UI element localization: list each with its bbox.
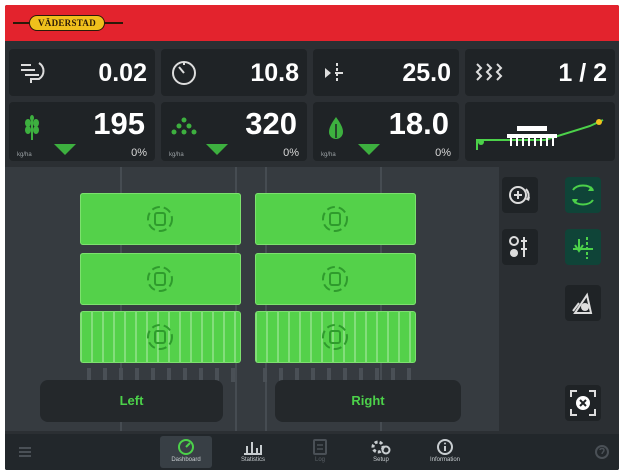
coulter: [231, 368, 235, 382]
right-section-button[interactable]: Right: [275, 380, 461, 422]
third-product-rate-unit: kg/ha: [321, 152, 336, 158]
header-bar: VÄDERSTAD: [5, 5, 619, 41]
stat-fertilizer-rate[interactable]: kg/ha 320 0%: [161, 102, 307, 161]
terminal-screen: VÄDERSTAD 0.02 10.8 25.0 1 / 2 kg/ha 195…: [5, 5, 619, 470]
statistics-icon: [244, 442, 262, 455]
seed-drop-icon: [329, 117, 343, 139]
tab-statistics-label: Statistics: [240, 457, 265, 463]
third-product-rate-percent: 0%: [435, 147, 451, 159]
fertilizer-rate-percent: 0%: [283, 147, 299, 159]
log-icon: [313, 439, 327, 455]
tramline-value: 25.0: [402, 59, 451, 87]
section-left-2[interactable]: [80, 253, 241, 305]
section-motor-icon: [322, 266, 348, 292]
coulter: [263, 368, 267, 382]
tab-setup[interactable]: Setup: [355, 436, 407, 468]
fertilizer-rate-decrease-arrow[interactable]: [206, 144, 228, 155]
section-motor-icon: [322, 324, 348, 350]
stat-tramline-rhythm[interactable]: 1 / 2: [465, 49, 615, 96]
tab-dashboard[interactable]: Dashboard: [160, 436, 212, 468]
speedometer-icon: [172, 61, 196, 85]
section-motor-icon: [147, 206, 173, 232]
sync-arrows-icon: [572, 184, 594, 206]
gps-refresh-icon: [509, 186, 530, 204]
menu-icon[interactable]: [17, 444, 33, 460]
close-circle-icon: [570, 390, 596, 416]
section-control-toggle-button[interactable]: [565, 177, 601, 213]
dashboard-icon: [178, 439, 194, 455]
third-product-rate-decrease-arrow[interactable]: [358, 144, 380, 155]
dosing-settings-icon: [509, 236, 527, 257]
auto-section-control-button[interactable]: [502, 177, 538, 213]
marker-arm-icon: [572, 292, 593, 314]
brand-logo-text: VÄDERSTAD: [29, 15, 105, 31]
section-left-1[interactable]: [80, 193, 241, 245]
tab-setup-label: Setup: [373, 457, 389, 463]
section-motor-icon: [147, 324, 173, 350]
seed-rate-unit: kg/ha: [17, 152, 32, 158]
granules-icon: [171, 117, 197, 135]
tab-log-label: Log: [314, 457, 325, 463]
help-icon[interactable]: [593, 444, 611, 460]
tramline-rhythm-icon: [475, 63, 503, 81]
fertilizer-rate-value: 320: [245, 106, 297, 141]
stat-seed-rate[interactable]: kg/ha 195 0%: [9, 102, 155, 161]
left-section-button[interactable]: Left: [40, 380, 223, 422]
wheat-icon: [25, 115, 39, 140]
stat-tramline[interactable]: 25.0: [313, 49, 459, 96]
sowing-speed-icon: [21, 62, 45, 83]
tab-statistics[interactable]: Statistics: [227, 436, 279, 468]
seed-rate-decrease-arrow[interactable]: [54, 144, 76, 155]
section-motor-icon: [147, 266, 173, 292]
tramline-control-button[interactable]: [565, 229, 601, 265]
stat-sowing-speed[interactable]: 0.02: [9, 49, 155, 96]
tramline-shutoff-icon: [573, 237, 593, 259]
marker-control-button[interactable]: [565, 285, 601, 321]
tab-information[interactable]: Information: [419, 436, 471, 468]
section-right-3[interactable]: [255, 311, 416, 363]
stat-third-product-rate[interactable]: kg/ha 18.0 0%: [313, 102, 459, 161]
bottom-nav: Dashboard Statistics Log Setup Informati…: [5, 434, 619, 470]
tab-log[interactable]: Log: [294, 436, 346, 468]
stat-speed[interactable]: 10.8: [161, 49, 307, 96]
fertilizer-rate-unit: kg/ha: [169, 152, 184, 158]
section-motor-icon: [322, 206, 348, 232]
tramline-icon: [325, 63, 343, 83]
third-product-rate-value: 18.0: [388, 106, 449, 141]
information-icon: [437, 439, 453, 455]
tab-information-label: Information: [429, 457, 460, 463]
setup-icon: [371, 440, 391, 455]
drill-raised-icon: [476, 119, 604, 150]
brand-logo: VÄDERSTAD: [13, 14, 123, 32]
section-right-2[interactable]: [255, 253, 416, 305]
seed-rate-value: 195: [93, 106, 145, 141]
seed-rate-percent: 0%: [131, 147, 147, 159]
tab-dashboard-label: Dashboard: [171, 457, 201, 463]
stop-all-sections-button[interactable]: [565, 385, 601, 421]
section-right-1[interactable]: [255, 193, 416, 245]
machine-lift-status[interactable]: [465, 102, 615, 161]
section-left-3[interactable]: [80, 311, 241, 363]
sowing-speed-value: 0.02: [98, 59, 147, 87]
tramline-rhythm-value: 1 / 2: [558, 59, 607, 87]
calibration-button[interactable]: [502, 229, 538, 265]
speed-value: 10.8: [250, 59, 299, 87]
